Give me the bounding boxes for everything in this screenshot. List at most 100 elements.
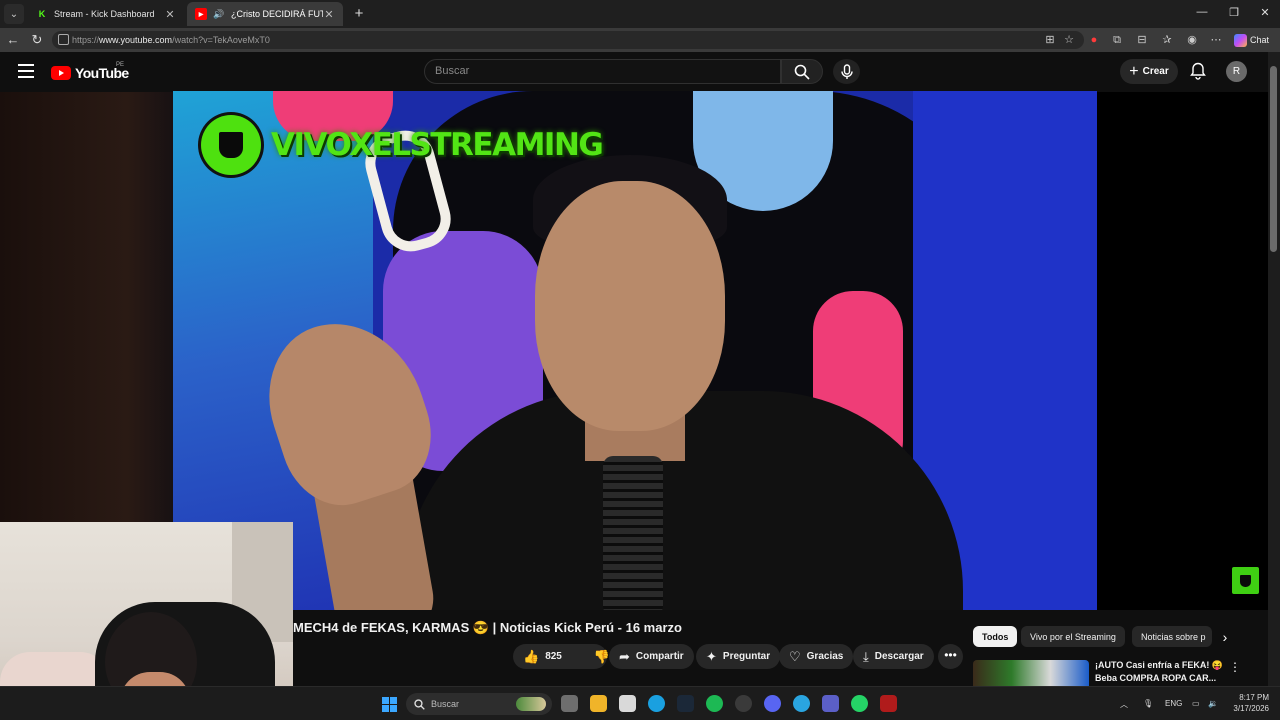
- avatar[interactable]: R: [1226, 61, 1247, 82]
- channel-watermark-icon[interactable]: [1232, 567, 1259, 594]
- youtube-favicon-icon: ▶: [195, 8, 207, 20]
- telegram-icon[interactable]: [793, 695, 810, 712]
- store-icon[interactable]: [619, 695, 636, 712]
- video-brand-overlay: VIVOXELSTREAMING: [201, 115, 604, 175]
- search-input[interactable]: Buscar: [424, 59, 781, 84]
- ask-label: Preguntar: [722, 651, 771, 662]
- tab-kick-dashboard[interactable]: K Stream - Kick Dashboard ✕: [28, 2, 184, 26]
- audio-playing-icon[interactable]: 🔊: [213, 8, 225, 20]
- window-close-icon[interactable]: ✕: [1255, 6, 1275, 19]
- download-button[interactable]: ⤓ Descargar: [853, 644, 934, 669]
- extensions-puzzle-icon[interactable]: ⧉: [1110, 33, 1124, 47]
- ask-button[interactable]: ✦ Preguntar: [696, 644, 781, 669]
- network-icon[interactable]: ▭: [1192, 699, 1200, 708]
- system-clock[interactable]: 8:17 PM 3/17/2026: [1225, 692, 1269, 714]
- video-title: MECH4 de FEKAS, KARMAS 😎 | Noticias Kick…: [293, 620, 682, 635]
- taskbar-search-placeholder: Buscar: [431, 699, 460, 709]
- copilot-icon: [1234, 33, 1247, 47]
- game-app-icon[interactable]: [880, 695, 897, 712]
- share-arrow-icon: ➦: [619, 648, 630, 664]
- chip-all[interactable]: Todos: [973, 626, 1018, 647]
- clock-time: 8:17 PM: [1239, 693, 1269, 702]
- recommendation-thumbnail[interactable]: [973, 660, 1089, 686]
- tab-close-icon[interactable]: ✕: [164, 8, 176, 21]
- create-label: Crear: [1142, 66, 1169, 77]
- volume-icon[interactable]: 🔉: [1208, 699, 1218, 708]
- scrollbar-thumb[interactable]: [1270, 66, 1277, 252]
- file-explorer-icon[interactable]: [590, 695, 607, 712]
- reload-icon[interactable]: ↻: [29, 32, 45, 48]
- settings-more-icon[interactable]: ⋯: [1209, 33, 1223, 47]
- windows-taskbar: [0, 686, 1280, 720]
- windows-start-icon[interactable]: [382, 697, 397, 712]
- thumbs-up-icon: 👍: [523, 648, 540, 664]
- chips-next-chevron-icon[interactable]: ›: [1216, 628, 1234, 646]
- download-icon: ⤓: [863, 648, 869, 664]
- minimize-icon[interactable]: —: [1192, 6, 1212, 18]
- url-path: /watch?v=TekAoveMxT0: [172, 35, 270, 45]
- favorite-star-icon[interactable]: ☆: [1062, 33, 1076, 47]
- thanks-button[interactable]: ♡ Gracias: [779, 644, 854, 669]
- microphone-tray-icon[interactable]: 🎙: [1143, 699, 1153, 708]
- tray-overflow-chevron-icon[interactable]: ︿: [1120, 699, 1128, 710]
- restore-icon[interactable]: ❐: [1224, 6, 1244, 19]
- video-player[interactable]: VIVOXELSTREAMING: [173, 91, 1097, 610]
- new-tab-icon[interactable]: +: [350, 5, 368, 23]
- tab-title: Stream - Kick Dashboard: [54, 9, 155, 19]
- taskbar-search-input[interactable]: Buscar: [406, 693, 552, 715]
- back-icon[interactable]: ←: [5, 32, 21, 48]
- tab-youtube-video[interactable]: ▶ 🔊 ¿Cristo DECIDIRÁ FUTURO ✕: [187, 2, 343, 26]
- teams-icon[interactable]: [822, 695, 839, 712]
- voice-search-button[interactable]: [833, 59, 860, 84]
- chip-vivo-streaming[interactable]: Vivo por el Streaming: [1021, 626, 1125, 647]
- edge-browser-icon[interactable]: [648, 695, 665, 712]
- extension-red-icon[interactable]: ●: [1087, 33, 1101, 47]
- discord-icon[interactable]: [764, 695, 781, 712]
- site-info-icon[interactable]: [58, 34, 69, 45]
- steam-icon[interactable]: [677, 695, 694, 712]
- notifications-bell-icon[interactable]: [1190, 62, 1206, 80]
- create-button[interactable]: + Crear: [1120, 59, 1178, 84]
- copilot-chat-button[interactable]: Chat: [1234, 32, 1274, 48]
- super-thanks-icon: ♡: [789, 648, 801, 664]
- tab-actions-menu-icon[interactable]: ⌄: [4, 4, 24, 24]
- brand-logo-icon: [201, 115, 261, 175]
- app-available-icon[interactable]: ⊞: [1043, 33, 1057, 47]
- like-dislike-group: 👍 825 👎: [513, 644, 611, 669]
- thumbs-down-icon: 👎: [593, 648, 611, 664]
- like-count: 825: [545, 651, 562, 662]
- youtube-play-icon: [51, 66, 71, 80]
- obs-icon[interactable]: [735, 695, 752, 712]
- thanks-label: Gracias: [806, 651, 844, 662]
- microphone-icon: [840, 63, 853, 79]
- download-label: Descargar: [874, 651, 924, 662]
- task-view-icon[interactable]: [561, 695, 578, 712]
- share-button[interactable]: ➦ Compartir: [609, 644, 694, 669]
- like-button[interactable]: 👍 825: [513, 644, 572, 669]
- split-screen-icon[interactable]: ⊟: [1135, 33, 1149, 47]
- menu-hamburger-icon[interactable]: [18, 64, 34, 78]
- search-icon: [414, 698, 425, 710]
- share-label: Compartir: [635, 651, 684, 662]
- kick-favicon-icon: K: [38, 9, 46, 19]
- spotify-icon[interactable]: [706, 695, 723, 712]
- region-code: PE: [116, 62, 125, 68]
- brand-name: VIVOXELSTREAMING: [271, 127, 604, 163]
- search-button[interactable]: [781, 59, 823, 84]
- url-host: www.youtube.com: [99, 35, 173, 45]
- chip-noticias[interactable]: Noticias sobre p: [1132, 626, 1212, 647]
- recommendation-menu-icon[interactable]: ⋮: [1229, 660, 1241, 674]
- tab-close-icon[interactable]: ✕: [323, 8, 335, 21]
- search-highlight-image: [516, 697, 546, 711]
- chat-label: Chat: [1250, 35, 1270, 45]
- address-bar[interactable]: https://www.youtube.com/watch?v=TekAoveM…: [52, 31, 1084, 49]
- language-indicator[interactable]: ENG: [1165, 699, 1182, 708]
- more-actions-icon[interactable]: •••: [938, 644, 963, 669]
- sparkle-icon: ✦: [706, 648, 717, 664]
- profile-icon[interactable]: ◉: [1185, 33, 1199, 47]
- clock-date: 3/17/2026: [1233, 704, 1269, 713]
- whatsapp-icon[interactable]: [851, 695, 868, 712]
- favorites-icon[interactable]: ✰: [1160, 33, 1174, 47]
- recommendation-title[interactable]: ¡AUTO Casi enfría a FEKA! 😝 Beba COMPRA …: [1095, 659, 1225, 685]
- url-prefix: https://: [72, 35, 100, 45]
